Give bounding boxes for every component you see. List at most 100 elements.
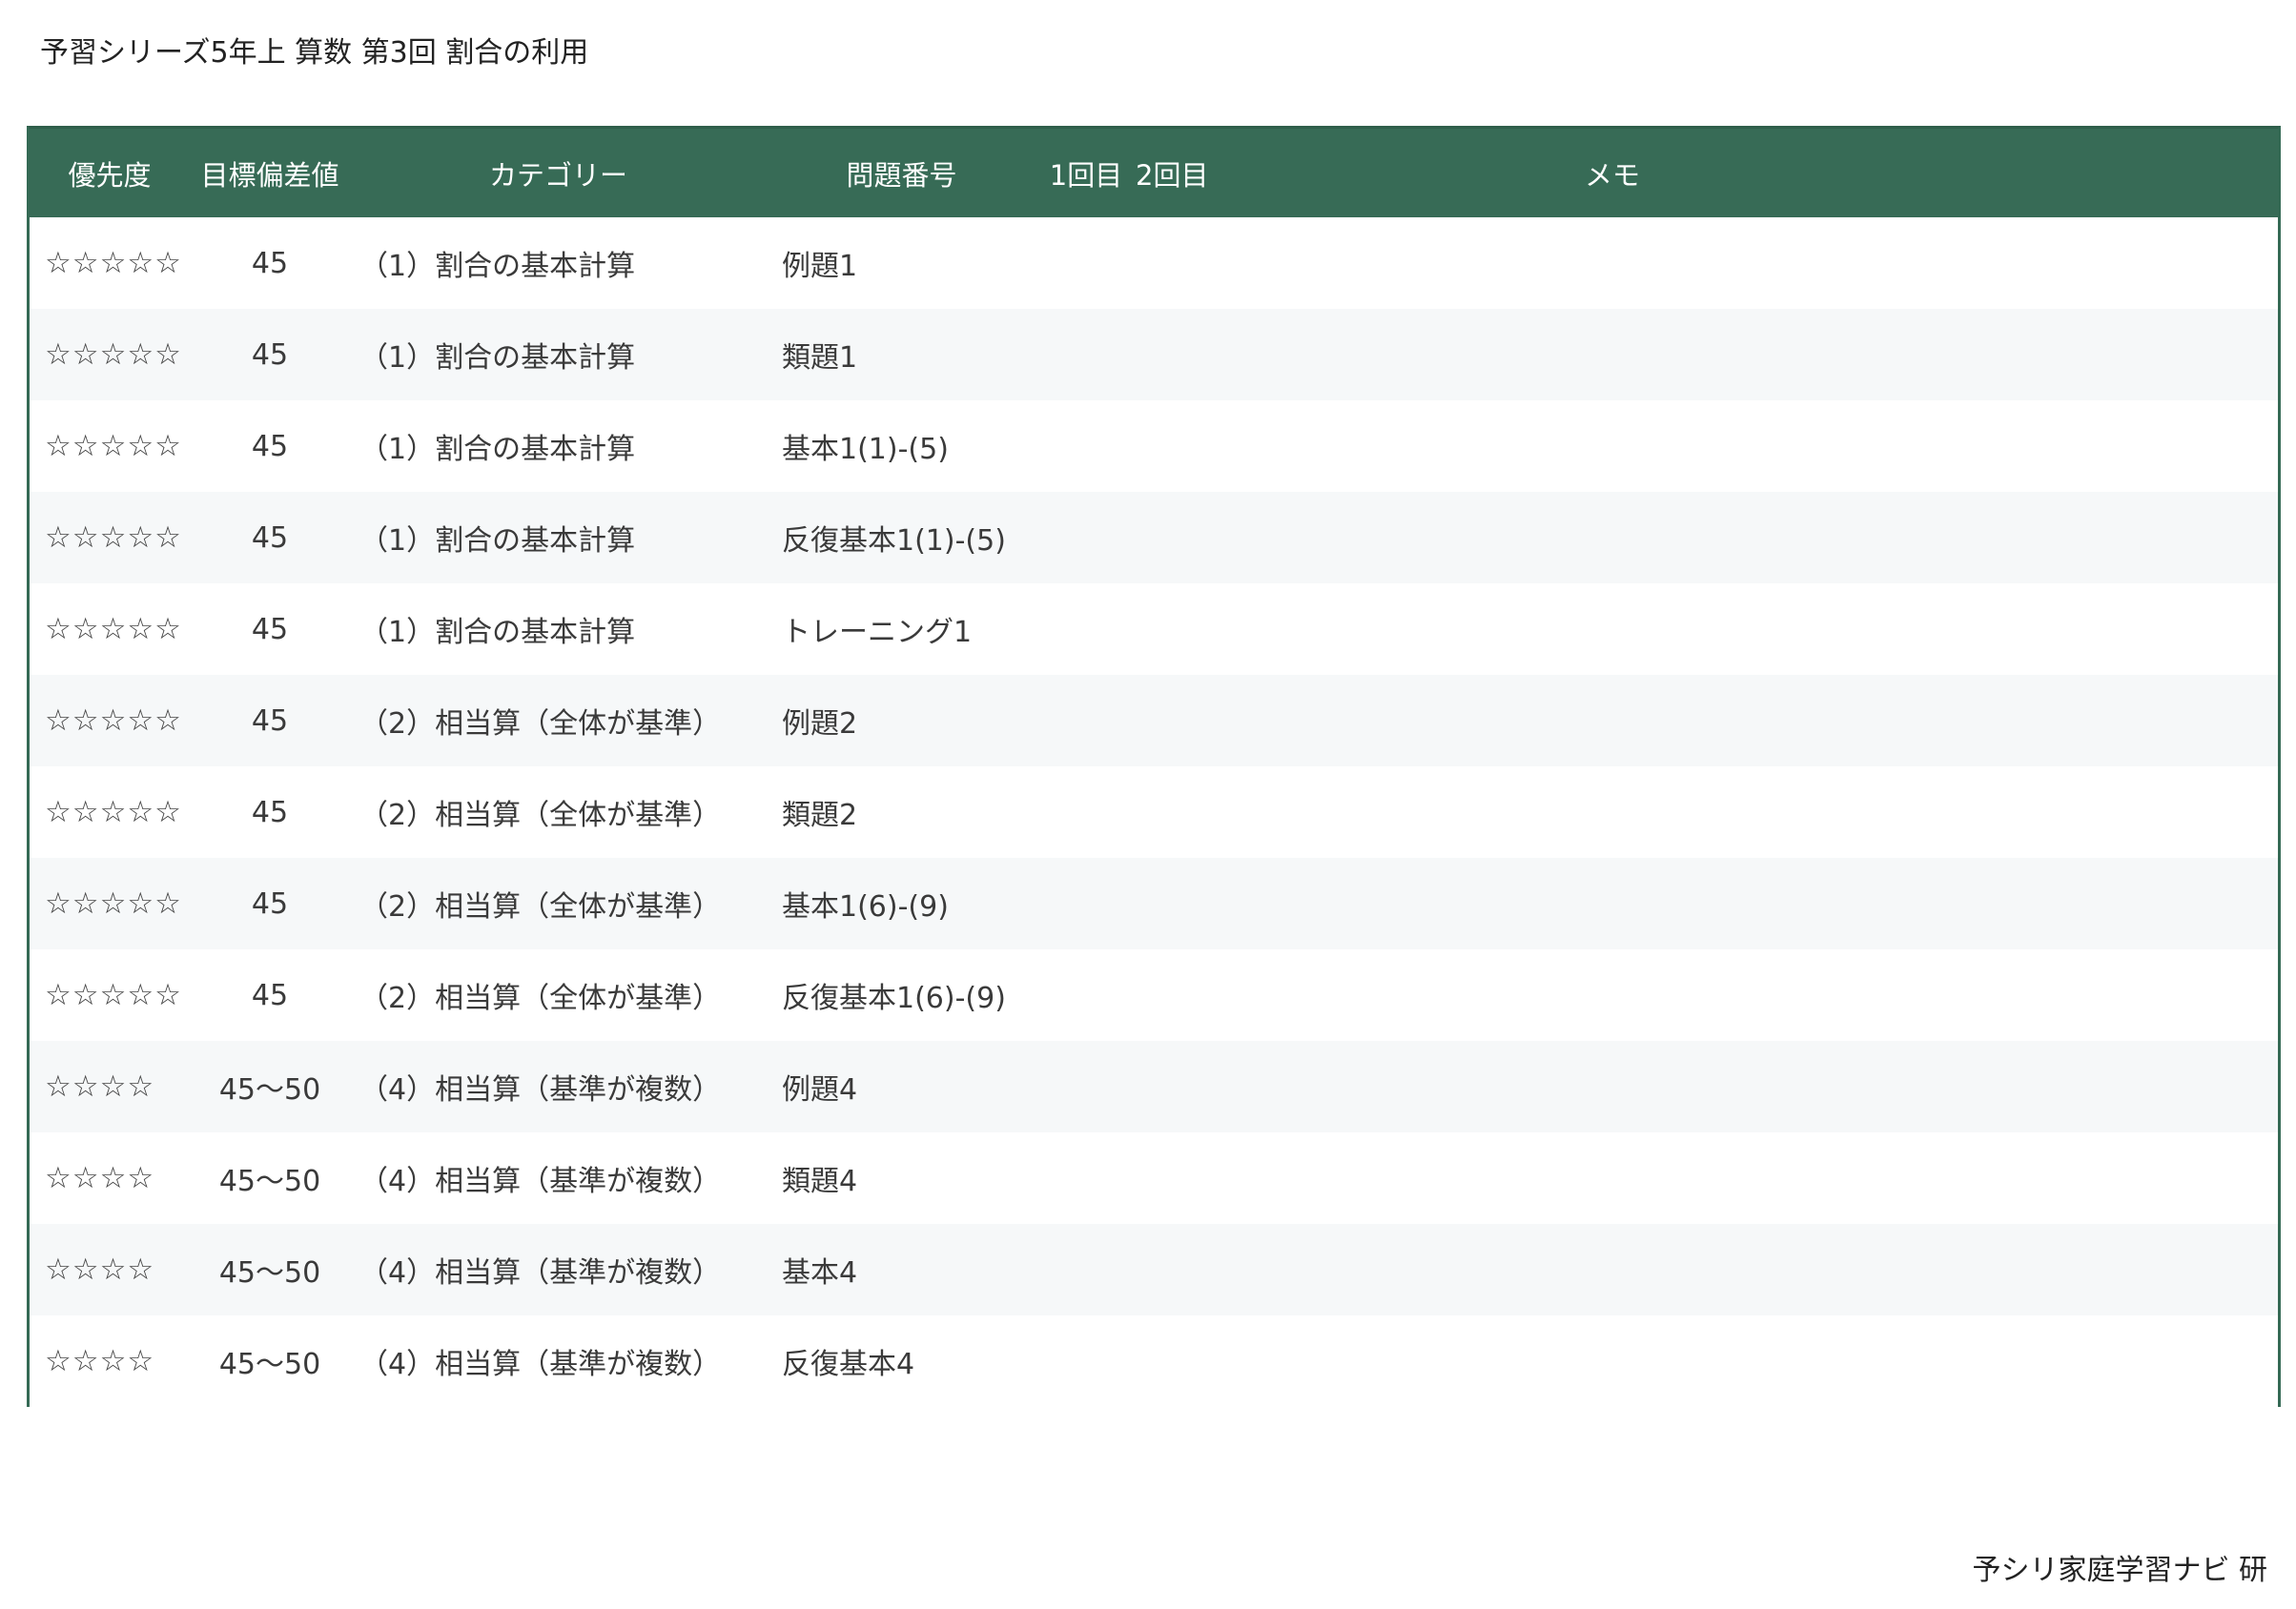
cell-category: （1）割合の基本計算	[359, 616, 636, 649]
cell-category: （1）割合の基本計算	[359, 341, 636, 375]
cell-first-attempt[interactable]	[1036, 949, 1136, 1041]
cell-category: （1）割合の基本計算	[359, 250, 636, 283]
cell-problem-number: 基本4	[782, 1256, 858, 1290]
cell-target-deviation: 45	[251, 703, 289, 738]
table-row: ☆☆☆☆ 45〜50 （4）相当算（基準が複数） 基本4	[30, 1224, 2278, 1315]
cell-priority: ☆☆☆☆	[45, 1344, 155, 1378]
table-row: ☆☆☆☆☆ 45 （1）割合の基本計算 例題1	[30, 217, 2278, 309]
table-row: ☆☆☆☆☆ 45 （1）割合の基本計算 基本1(1)-(5)	[30, 400, 2278, 492]
table-row: ☆☆☆☆ 45〜50 （4）相当算（基準が複数） 類題4	[30, 1132, 2278, 1224]
cell-second-attempt[interactable]	[1136, 766, 1233, 858]
cell-memo[interactable]	[1233, 675, 2278, 766]
header-memo: メモ	[1584, 158, 1640, 192]
cell-priority: ☆☆☆☆	[45, 1161, 155, 1195]
cell-first-attempt[interactable]	[1036, 400, 1136, 492]
cell-first-attempt[interactable]	[1036, 1315, 1136, 1407]
cell-first-attempt[interactable]	[1036, 675, 1136, 766]
table-row: ☆☆☆☆☆ 45 （2）相当算（全体が基準） 反復基本1(6)-(9)	[30, 949, 2278, 1041]
cell-category: （2）相当算（全体が基準）	[359, 799, 722, 832]
cell-category: （4）相当算（基準が複数）	[359, 1073, 722, 1107]
study-table: 優先度 目標偏差値 カテゴリー 問題番号 1回目 2回目 メモ ☆☆☆☆☆ 45 （…	[30, 129, 2278, 1407]
cell-first-attempt[interactable]	[1036, 492, 1136, 583]
cell-memo[interactable]	[1233, 217, 2278, 309]
cell-second-attempt[interactable]	[1136, 1315, 1233, 1407]
cell-category: （4）相当算（基準が複数）	[359, 1165, 722, 1198]
header-problem-number: 問題番号	[846, 158, 957, 192]
cell-category: （1）割合の基本計算	[359, 433, 636, 466]
cell-target-deviation: 45	[251, 337, 289, 372]
header-priority: 優先度	[68, 158, 152, 192]
cell-memo[interactable]	[1233, 949, 2278, 1041]
cell-memo[interactable]	[1233, 1132, 2278, 1224]
cell-target-deviation: 45	[251, 795, 289, 829]
cell-first-attempt[interactable]	[1036, 1041, 1136, 1132]
study-table-container: 優先度 目標偏差値 カテゴリー 問題番号 1回目 2回目 メモ ☆☆☆☆☆ 45 （…	[27, 126, 2281, 1407]
cell-memo[interactable]	[1233, 1041, 2278, 1132]
cell-first-attempt[interactable]	[1036, 766, 1136, 858]
cell-category: （4）相当算（基準が複数）	[359, 1348, 722, 1381]
cell-target-deviation: 45〜50	[218, 1256, 321, 1290]
cell-target-deviation: 45	[251, 246, 289, 280]
table-header: 優先度 目標偏差値 カテゴリー 問題番号 1回目 2回目 メモ	[30, 129, 2278, 217]
cell-memo[interactable]	[1233, 1315, 2278, 1407]
cell-problem-number: 基本1(1)-(5)	[782, 433, 949, 466]
cell-memo[interactable]	[1233, 766, 2278, 858]
cell-priority: ☆☆☆☆	[45, 1253, 155, 1287]
header-row: 優先度 目標偏差値 カテゴリー 問題番号 1回目 2回目 メモ	[30, 129, 2278, 217]
cell-priority: ☆☆☆☆☆	[45, 246, 182, 280]
cell-problem-number: 反復基本4	[782, 1348, 915, 1381]
cell-category: （2）相当算（全体が基準）	[359, 707, 722, 741]
cell-priority: ☆☆☆☆	[45, 1069, 155, 1104]
cell-target-deviation: 45〜50	[218, 1165, 321, 1198]
cell-problem-number: トレーニング1	[782, 616, 973, 649]
cell-target-deviation: 45	[251, 520, 289, 555]
header-first-attempt: 1回目	[1049, 158, 1123, 192]
cell-target-deviation: 45	[251, 886, 289, 921]
cell-second-attempt[interactable]	[1136, 400, 1233, 492]
cell-first-attempt[interactable]	[1036, 217, 1136, 309]
cell-second-attempt[interactable]	[1136, 309, 1233, 400]
cell-memo[interactable]	[1233, 1224, 2278, 1315]
cell-category: （2）相当算（全体が基準）	[359, 890, 722, 924]
cell-target-deviation: 45	[251, 612, 289, 646]
cell-problem-number: 基本1(6)-(9)	[782, 890, 949, 924]
cell-memo[interactable]	[1233, 492, 2278, 583]
cell-second-attempt[interactable]	[1136, 1224, 1233, 1315]
cell-target-deviation: 45	[251, 429, 289, 463]
page-title: 予習シリーズ5年上 算数 第3回 割合の利用	[40, 36, 589, 70]
header-target-deviation: 目標偏差値	[200, 158, 339, 192]
cell-first-attempt[interactable]	[1036, 1132, 1136, 1224]
table-row: ☆☆☆☆☆ 45 （2）相当算（全体が基準） 例題2	[30, 675, 2278, 766]
cell-second-attempt[interactable]	[1136, 1041, 1233, 1132]
cell-problem-number: 類題4	[782, 1165, 858, 1198]
cell-priority: ☆☆☆☆☆	[45, 703, 182, 738]
cell-second-attempt[interactable]	[1136, 858, 1233, 949]
cell-memo[interactable]	[1233, 858, 2278, 949]
cell-first-attempt[interactable]	[1036, 309, 1136, 400]
cell-memo[interactable]	[1233, 400, 2278, 492]
cell-first-attempt[interactable]	[1036, 1224, 1136, 1315]
cell-priority: ☆☆☆☆☆	[45, 429, 182, 463]
header-second-attempt: 2回目	[1136, 158, 1209, 192]
table-body: ☆☆☆☆☆ 45 （1）割合の基本計算 例題1 ☆☆☆☆☆ 45 （1）割合の基本計算 類題1…	[30, 217, 2278, 1407]
cell-problem-number: 例題4	[782, 1073, 858, 1107]
cell-target-deviation: 45〜50	[218, 1348, 321, 1381]
cell-priority: ☆☆☆☆☆	[45, 886, 182, 921]
cell-second-attempt[interactable]	[1136, 492, 1233, 583]
cell-first-attempt[interactable]	[1036, 858, 1136, 949]
cell-second-attempt[interactable]	[1136, 583, 1233, 675]
cell-problem-number: 類題1	[782, 341, 858, 375]
cell-problem-number: 類題2	[782, 799, 858, 832]
cell-second-attempt[interactable]	[1136, 1132, 1233, 1224]
cell-category: （4）相当算（基準が複数）	[359, 1256, 722, 1290]
table-row: ☆☆☆☆ 45〜50 （4）相当算（基準が複数） 反復基本4	[30, 1315, 2278, 1407]
cell-priority: ☆☆☆☆☆	[45, 520, 182, 555]
table-row: ☆☆☆☆☆ 45 （1）割合の基本計算 反復基本1(1)-(5)	[30, 492, 2278, 583]
cell-second-attempt[interactable]	[1136, 675, 1233, 766]
cell-memo[interactable]	[1233, 309, 2278, 400]
cell-second-attempt[interactable]	[1136, 217, 1233, 309]
cell-memo[interactable]	[1233, 583, 2278, 675]
cell-first-attempt[interactable]	[1036, 583, 1136, 675]
cell-problem-number: 例題1	[782, 250, 858, 283]
cell-second-attempt[interactable]	[1136, 949, 1233, 1041]
